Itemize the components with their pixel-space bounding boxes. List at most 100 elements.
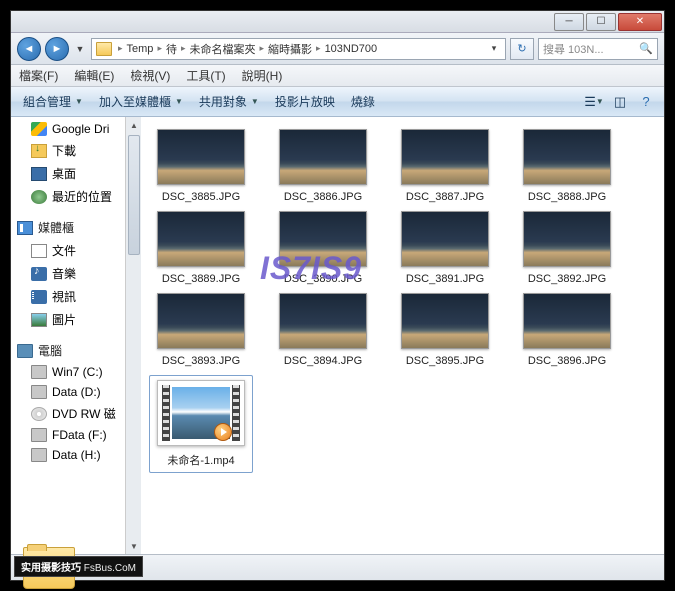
file-name: DSC_3895.JPG [406, 355, 484, 367]
search-icon: 🔍 [639, 42, 653, 55]
sidebar-item-music[interactable]: 音樂 [11, 262, 141, 285]
image-thumbnail [523, 293, 611, 349]
file-item[interactable]: DSC_3890.JPG [271, 211, 375, 285]
menu-tools[interactable]: 工具(T) [186, 67, 225, 84]
breadcrumb-item[interactable]: Temp [125, 43, 156, 55]
breadcrumb-item[interactable]: 縮時攝影 [266, 41, 314, 57]
file-item[interactable]: DSC_3889.JPG [149, 211, 253, 285]
hdd-icon [31, 448, 47, 462]
sidebar-item-drive-c[interactable]: Win7 (C:) [11, 362, 141, 382]
video-thumbnail [157, 380, 245, 446]
desktop-icon [31, 167, 47, 181]
search-input[interactable]: 搜尋 103N... 🔍 [538, 38, 658, 60]
image-thumbnail [279, 211, 367, 267]
file-name: DSC_3886.JPG [284, 191, 362, 203]
filmstrip-icon [232, 385, 240, 441]
file-name: DSC_3890.JPG [284, 273, 362, 285]
file-item[interactable]: DSC_3886.JPG [271, 129, 375, 203]
forward-button[interactable]: ► [45, 37, 69, 61]
help-button[interactable]: ? [636, 92, 656, 112]
file-item[interactable]: DSC_3895.JPG [393, 293, 497, 367]
sidebar-item-recent[interactable]: 最近的位置 [11, 185, 141, 208]
address-dropdown[interactable]: ▾ [487, 39, 501, 59]
sidebar-item-gdrive[interactable]: Google Dri [11, 119, 141, 139]
file-name: DSC_3892.JPG [528, 273, 606, 285]
file-item[interactable]: DSC_3888.JPG [515, 129, 619, 203]
file-item-selected[interactable]: 未命名-1.mp4 [149, 375, 253, 473]
refresh-button[interactable]: ↻ [510, 38, 534, 60]
breadcrumb-bar[interactable]: ▸ Temp▸ 待▸ 未命名檔案夾▸ 縮時攝影▸ 103ND700 ▾ [91, 38, 506, 60]
image-thumbnail [401, 211, 489, 267]
sidebar-scrollbar[interactable]: ▲ ▼ [125, 117, 141, 554]
file-name: DSC_3888.JPG [528, 191, 606, 203]
video-icon [31, 290, 47, 304]
document-icon [31, 244, 47, 258]
sidebar-item-desktop[interactable]: 桌面 [11, 162, 141, 185]
file-item[interactable]: DSC_3896.JPG [515, 293, 619, 367]
image-thumbnail [401, 129, 489, 185]
file-item[interactable]: DSC_3892.JPG [515, 211, 619, 285]
image-thumbnail [401, 293, 489, 349]
filmstrip-icon [162, 385, 170, 441]
image-thumbnail [523, 211, 611, 267]
file-name: DSC_3891.JPG [406, 273, 484, 285]
burn-button[interactable]: 燒錄 [347, 91, 379, 112]
sidebar-item-videos[interactable]: 視訊 [11, 285, 141, 308]
title-bar: ─ ☐ ✕ [11, 11, 664, 33]
sidebar-item-documents[interactable]: 文件 [11, 239, 141, 262]
close-button[interactable]: ✕ [618, 13, 662, 31]
nav-history-dropdown[interactable]: ▼ [73, 39, 87, 59]
back-button[interactable]: ◄ [17, 37, 41, 61]
file-name: DSC_3893.JPG [162, 355, 240, 367]
share-with-button[interactable]: 共用對象▼ [195, 91, 263, 112]
sidebar-item-drive-h[interactable]: Data (H:) [11, 445, 141, 465]
image-thumbnail [157, 129, 245, 185]
file-name: DSC_3887.JPG [406, 191, 484, 203]
file-item[interactable]: DSC_3885.JPG [149, 129, 253, 203]
preview-pane-button[interactable]: ◫ [610, 92, 630, 112]
recent-icon [31, 190, 47, 204]
organize-button[interactable]: 組合管理▼ [19, 91, 87, 112]
breadcrumb-item[interactable]: 待 [164, 41, 179, 57]
sidebar-header-computer[interactable]: 電腦 [11, 339, 141, 362]
folder-icon [96, 42, 112, 56]
sidebar-header-libraries[interactable]: 媒體櫃 [11, 216, 141, 239]
file-item[interactable]: DSC_3894.JPG [271, 293, 375, 367]
add-to-library-button[interactable]: 加入至媒體櫃▼ [95, 91, 187, 112]
file-name: DSC_3894.JPG [284, 355, 362, 367]
menu-file[interactable]: 檔案(F) [19, 67, 58, 84]
dvd-icon [31, 407, 47, 421]
view-options-button[interactable]: ☰ ▼ [584, 92, 604, 112]
sidebar-item-drive-f[interactable]: FData (F:) [11, 425, 141, 445]
file-name: DSC_3885.JPG [162, 191, 240, 203]
minimize-button[interactable]: ─ [554, 13, 584, 31]
maximize-button[interactable]: ☐ [586, 13, 616, 31]
sidebar-item-drive-d[interactable]: Data (D:) [11, 382, 141, 402]
menu-edit[interactable]: 編輯(E) [74, 67, 114, 84]
file-item[interactable]: DSC_3893.JPG [149, 293, 253, 367]
menu-bar: 檔案(F) 編輯(E) 檢視(V) 工具(T) 說明(H) [11, 65, 664, 87]
scroll-up-icon[interactable]: ▲ [126, 117, 141, 133]
file-list-pane[interactable]: DSC_3885.JPG DSC_3886.JPG DSC_3887.JPG D… [141, 117, 664, 554]
image-thumbnail [279, 129, 367, 185]
menu-help[interactable]: 說明(H) [242, 67, 283, 84]
search-placeholder: 搜尋 103N... [543, 41, 604, 57]
picture-icon [31, 313, 47, 327]
menu-view[interactable]: 檢視(V) [130, 67, 170, 84]
sidebar-item-downloads[interactable]: 下載 [11, 139, 141, 162]
computer-icon [17, 344, 33, 358]
explorer-window: ─ ☐ ✕ ◄ ► ▼ ▸ Temp▸ 待▸ 未命名檔案夾▸ 縮時攝影▸ 103… [10, 10, 665, 581]
slideshow-button[interactable]: 投影片放映 [271, 91, 339, 112]
file-item[interactable]: DSC_3887.JPG [393, 129, 497, 203]
scrollbar-thumb[interactable] [128, 135, 140, 255]
file-item[interactable]: DSC_3891.JPG [393, 211, 497, 285]
navigation-pane: Google Dri 下載 桌面 最近的位置 媒體櫃 文件 音樂 視訊 圖片 電… [11, 117, 141, 554]
breadcrumb-item[interactable]: 未命名檔案夾 [188, 41, 258, 57]
sidebar-item-drive-dvd[interactable]: DVD RW 磁 [11, 402, 141, 425]
sidebar-item-pictures[interactable]: 圖片 [11, 308, 141, 331]
library-icon [17, 221, 33, 235]
scroll-down-icon[interactable]: ▼ [126, 538, 141, 554]
play-icon [214, 423, 232, 441]
image-thumbnail [279, 293, 367, 349]
breadcrumb-item[interactable]: 103ND700 [323, 43, 380, 55]
